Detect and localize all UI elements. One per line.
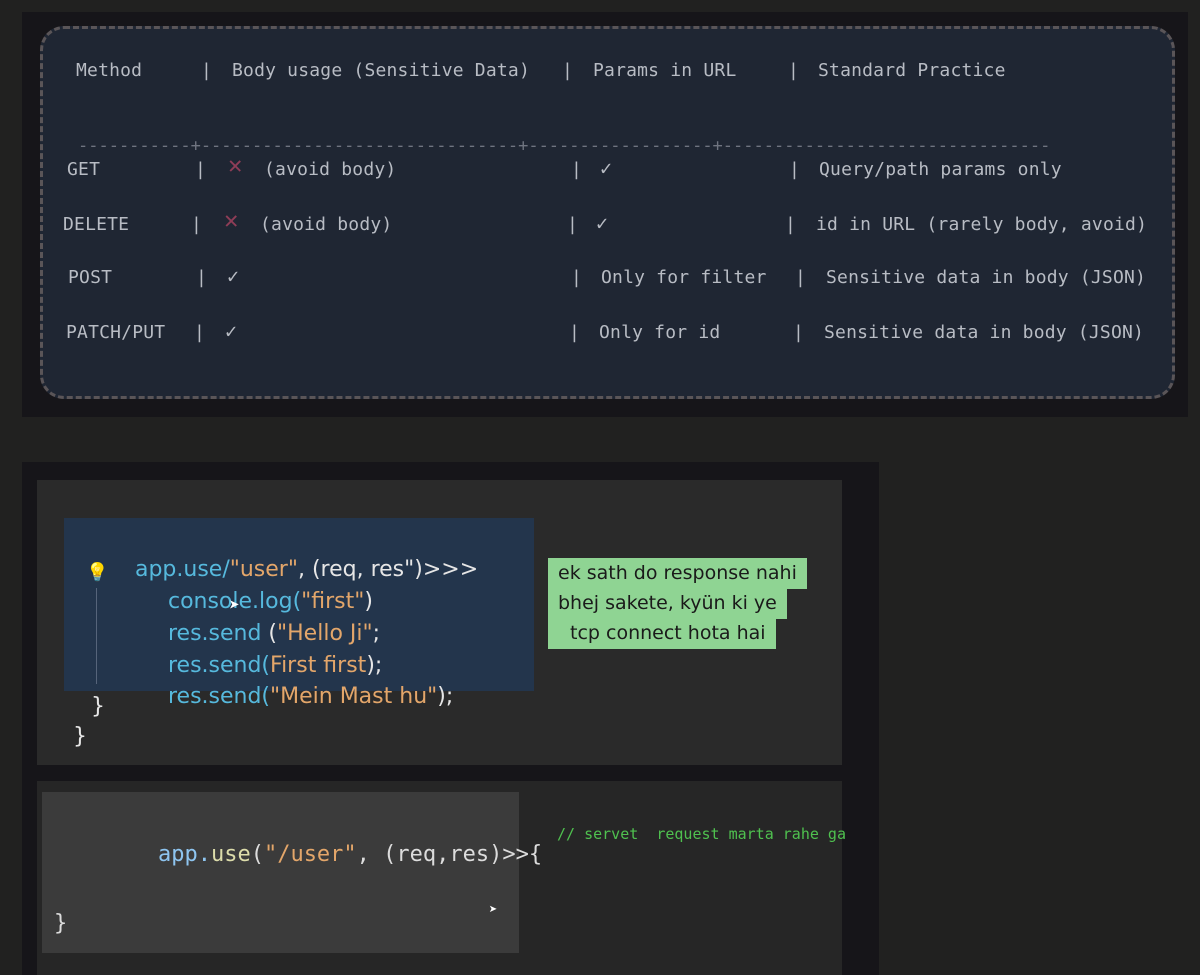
row-method: POST [68,267,113,288]
closing-brace: } [91,694,105,719]
row-method: DELETE [63,214,130,235]
pipe: | [571,159,582,180]
cross-icon: ✕ [228,151,243,179]
pipe: | [569,322,580,343]
row-body-text: (avoid body) [260,214,393,235]
code-line: app.use("/user", (req,res)>>{ [52,817,542,892]
header-standard-practice: Standard Practice [818,60,1006,81]
pipe: | [789,159,800,180]
code-frame-2: app.use("/user", (req,res)>>{ } ➤ // ser… [37,781,846,975]
pipe: | [785,214,796,235]
video-panel: app.use/"user", (req, res")>>> 💡 console… [22,462,879,975]
note-line: bhej sakete, kyün ki ye [548,588,787,619]
closing-brace: } [54,911,68,936]
row-params: Only for id [599,322,721,343]
code-token: ( [250,842,264,867]
code-comment: // servet request marta rahe ga [557,825,846,843]
row-params: Only for filter [601,267,767,288]
header-method: Method [76,60,143,81]
row-practice: Query/path params only [819,159,1062,180]
comparison-table: Method | Body usage (Sensitive Data) | P… [40,26,1175,399]
pipe: | [788,60,799,81]
pipe: | [201,60,212,81]
code-token: , (req,res)>>{ [356,842,543,867]
table-panel: Method | Body usage (Sensitive Data) | P… [22,12,1188,417]
note-line: ek sath do response nahi [548,558,807,589]
pipe: | [194,322,205,343]
pipe: | [795,267,806,288]
pipe: | [567,214,578,235]
header-body-usage: Body usage (Sensitive Data) [232,60,530,81]
check-icon: ✓ [600,156,613,180]
mouse-pointer-icon: ➤ [489,902,498,918]
code-token: "/user" [263,842,357,867]
indent-guide [96,588,97,684]
row-practice: id in URL (rarely body, avoid) [816,214,1148,235]
row-method: GET [67,159,101,180]
check-icon: ✓ [225,319,238,343]
check-icon: ✓ [227,264,240,288]
code-token: use [210,842,251,867]
header-params-in-url: Params in URL [593,60,737,81]
mouse-pointer-icon: ➤ [229,595,240,616]
cross-icon: ✕ [224,206,239,234]
pipe: | [191,214,202,235]
row-body-text: (avoid body) [264,159,397,180]
row-practice: Sensitive data in body (JSON) [824,322,1145,343]
pipe: | [793,322,804,343]
pipe: | [571,267,582,288]
closing-brace: } [73,724,87,749]
note-line: tcp connect hota hai [548,618,776,649]
pipe: | [196,267,207,288]
code-frame-1: app.use/"user", (req, res")>>> 💡 console… [37,480,842,765]
code-token: "Mein Mast hu" [270,684,438,709]
code-line-5: res.send("Mein Mast hu"); [126,655,453,739]
code-token: res.send( [167,684,271,709]
check-icon: ✓ [596,211,609,235]
pipe: | [562,60,573,81]
code-block: app.use("/user", (req,res)>>{ } ➤ [42,792,542,953]
pipe: | [195,159,206,180]
row-practice: Sensitive data in body (JSON) [826,267,1147,288]
code-token: ); [437,684,454,709]
lightbulb-icon[interactable]: 💡 [86,562,108,583]
code-token: app. [157,842,211,867]
row-method: PATCH/PUT [66,322,166,343]
annotation-note: ek sath do response nahi bhej sakete, ky… [548,558,825,649]
